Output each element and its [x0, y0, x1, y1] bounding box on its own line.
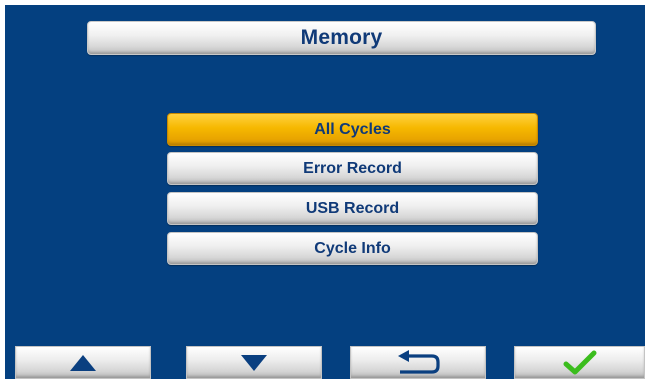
checkmark-icon [563, 350, 597, 376]
page-title: Memory [300, 26, 383, 49]
menu-item-label: All Cycles [314, 120, 391, 138]
bottom-nav-bar [5, 346, 645, 379]
up-button[interactable] [15, 346, 151, 379]
down-button[interactable] [186, 346, 322, 379]
up-arrow-icon [68, 353, 98, 373]
return-arrow-icon [394, 349, 442, 376]
menu-item-label: Cycle Info [314, 239, 391, 257]
confirm-button[interactable] [514, 346, 645, 379]
down-arrow-icon [239, 353, 269, 373]
back-button[interactable] [350, 346, 486, 379]
menu-item-cycle-info[interactable]: Cycle Info [167, 232, 538, 265]
menu-item-usb-record[interactable]: USB Record [167, 192, 538, 225]
menu-item-error-record[interactable]: Error Record [167, 152, 538, 185]
title-bar: Memory [87, 21, 596, 55]
memory-screen: Memory All Cycles Error Record USB Recor… [5, 5, 645, 379]
menu-item-label: Error Record [303, 159, 402, 177]
menu-item-all-cycles[interactable]: All Cycles [167, 113, 538, 146]
menu-item-label: USB Record [305, 199, 400, 217]
